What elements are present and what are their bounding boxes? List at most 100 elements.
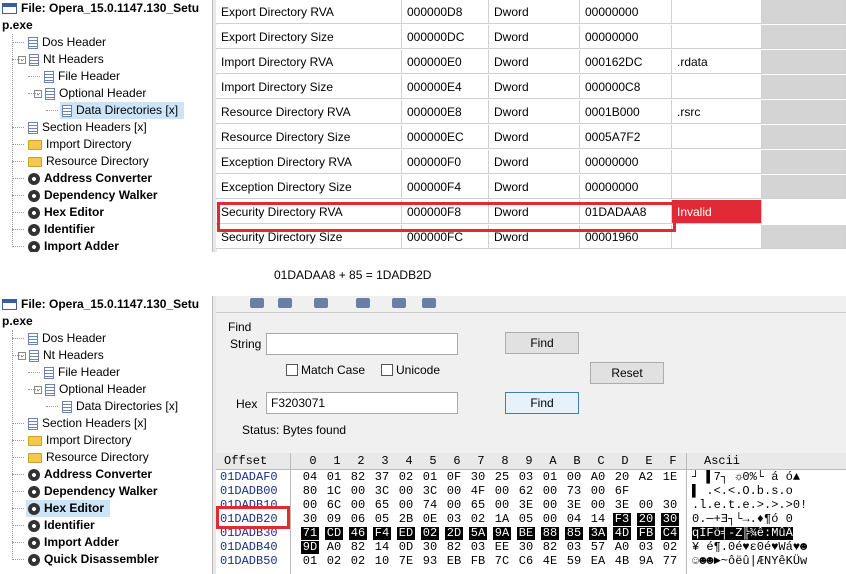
hex-byte[interactable]: 03 bbox=[637, 541, 655, 554]
hex-byte[interactable]: FB bbox=[637, 527, 655, 540]
table-row[interactable]: Exception Directory RVA 000000F0 Dword 0000… bbox=[216, 150, 846, 175]
hex-byte[interactable]: 14 bbox=[373, 541, 391, 554]
cell-member[interactable]: Import Directory RVA bbox=[216, 50, 402, 74]
tree-item[interactable]: Import Adder bbox=[26, 534, 125, 551]
hex-byte[interactable]: 01 bbox=[301, 555, 319, 568]
hex-byte[interactable]: 3C bbox=[421, 485, 439, 498]
hex-row[interactable]: 01DADB40 9D A0 82 14 0D 30 82 03 EE 30 82 03 57 A0 03 02… bbox=[216, 541, 846, 554]
hex-row[interactable]: 01DADB50 01 02 02 10 7E 93 EB FB 7C C6 4E 59 EA 4B 9A 77… bbox=[216, 555, 846, 568]
string-input[interactable] bbox=[266, 333, 458, 355]
hex-byte[interactable]: 02 bbox=[349, 555, 367, 568]
ascii-text[interactable]: .l.e.t.e.>.>.>0! bbox=[692, 499, 807, 512]
hex-byte[interactable]: 00 bbox=[445, 499, 463, 512]
hex-byte[interactable]: 00 bbox=[565, 471, 583, 484]
hex-byte[interactable]: 00 bbox=[493, 499, 511, 512]
hex-byte[interactable]: EB bbox=[445, 555, 463, 568]
hex-byte[interactable]: BE bbox=[517, 527, 535, 540]
tree-item[interactable]: Hex Editor bbox=[26, 204, 110, 221]
hex-byte[interactable]: 00 bbox=[445, 485, 463, 498]
hex-byte[interactable]: 00 bbox=[589, 485, 607, 498]
hex-byte[interactable]: 82 bbox=[349, 471, 367, 484]
table-row[interactable]: Resource Directory Size 000000EC Dword 0005… bbox=[216, 125, 846, 150]
hex-byte[interactable]: 1A bbox=[493, 513, 511, 526]
hex-byte[interactable]: 9A bbox=[493, 527, 511, 540]
hex-byte[interactable]: 06 bbox=[349, 513, 367, 526]
tree-item[interactable]: p.exe bbox=[0, 17, 39, 34]
cell-size[interactable]: Dword bbox=[489, 25, 580, 49]
cell-value[interactable]: 000000C8 bbox=[580, 75, 672, 99]
cell-section[interactable] bbox=[672, 225, 762, 249]
cell-value[interactable]: 0001B000 bbox=[580, 100, 672, 124]
hex-byte[interactable]: 00 bbox=[541, 485, 559, 498]
hex-byte[interactable]: 01 bbox=[325, 471, 343, 484]
hex-byte[interactable]: 0E bbox=[421, 513, 439, 526]
hex-byte[interactable]: 30 bbox=[661, 499, 679, 512]
table-row[interactable]: Export Directory Size 000000DC Dword 000000… bbox=[216, 25, 846, 50]
hex-byte[interactable]: 00 bbox=[397, 485, 415, 498]
hex-byte[interactable]: 85 bbox=[565, 527, 583, 540]
hex-row[interactable]: 01DADB30 71 CD 46 F4 ED 02 2D 5A 9A BE 88 85 3A 4D FB C4… bbox=[216, 527, 846, 540]
tree-item[interactable]: Quick Disassembler bbox=[26, 551, 165, 568]
cell-value[interactable]: 000162DC bbox=[580, 50, 672, 74]
cell-offset[interactable]: 000000E4 bbox=[402, 75, 489, 99]
cell-member[interactable]: Exception Directory Size bbox=[216, 175, 402, 199]
hex-byte[interactable]: 6F bbox=[613, 485, 631, 498]
tree-item[interactable]: Section Headers [x] bbox=[26, 119, 153, 136]
cell-size[interactable]: Dword bbox=[489, 0, 580, 24]
hex-byte[interactable]: 04 bbox=[565, 513, 583, 526]
save-icon[interactable] bbox=[250, 298, 264, 308]
hex-byte[interactable]: 4E bbox=[541, 555, 559, 568]
tree-item[interactable]: File: Opera_15.0.1147.130_Setu bbox=[0, 0, 205, 17]
hex-row[interactable]: 01DADB20 30 09 06 05 2B 0E 03 02 1A 05 00 04 14 F3 20 30… bbox=[216, 513, 846, 526]
hex-byte[interactable]: 00 bbox=[397, 499, 415, 512]
tree-item[interactable]: Data Directories [x] bbox=[60, 398, 184, 415]
hex-byte[interactable]: 62 bbox=[517, 485, 535, 498]
hex-byte[interactable]: 9A bbox=[637, 555, 655, 568]
hex-byte[interactable]: 82 bbox=[541, 541, 559, 554]
hex-byte[interactable]: 00 bbox=[349, 499, 367, 512]
hex-byte[interactable]: 0D bbox=[397, 541, 415, 554]
hex-byte[interactable]: 3E bbox=[517, 499, 535, 512]
tree-item[interactable]: Dependency Walker bbox=[26, 483, 164, 500]
goto-icon[interactable] bbox=[422, 298, 436, 308]
cell-value[interactable]: 0005A7F2 bbox=[580, 125, 672, 149]
hex-byte[interactable]: 7E bbox=[397, 555, 415, 568]
hex-byte[interactable]: 65 bbox=[373, 499, 391, 512]
cell-value[interactable]: 00000000 bbox=[580, 150, 672, 174]
tree-item[interactable]: Resource Directory bbox=[26, 449, 155, 466]
hex-byte[interactable]: 77 bbox=[661, 555, 679, 568]
cell-member[interactable]: Resource Directory RVA bbox=[216, 100, 402, 124]
tree-item[interactable]: Resource Directory bbox=[26, 153, 155, 170]
hex-byte[interactable]: 82 bbox=[445, 541, 463, 554]
cell-size[interactable]: Dword bbox=[489, 75, 580, 99]
cell-offset[interactable]: 000000F0 bbox=[402, 150, 489, 174]
tree-item[interactable]: Import Directory bbox=[26, 136, 137, 153]
hex-byte[interactable]: 3E bbox=[613, 499, 631, 512]
hex-byte[interactable]: 3C bbox=[373, 485, 391, 498]
cell-section[interactable]: Invalid bbox=[672, 200, 762, 224]
hex-byte[interactable]: 37 bbox=[373, 471, 391, 484]
copy-icon[interactable] bbox=[314, 298, 328, 308]
tree-item[interactable]: File Header bbox=[42, 68, 126, 85]
hex-byte[interactable]: 03 bbox=[469, 541, 487, 554]
hex-byte[interactable]: 02 bbox=[661, 541, 679, 554]
tree-item[interactable]: Address Converter bbox=[26, 170, 158, 187]
hex-byte[interactable]: 30 bbox=[301, 513, 319, 526]
hex-byte[interactable]: 71 bbox=[301, 527, 319, 540]
hex-byte[interactable]: A0 bbox=[325, 541, 343, 554]
cell-section[interactable] bbox=[672, 25, 762, 49]
undo-icon[interactable] bbox=[356, 298, 370, 308]
tree-item[interactable]: Address Converter bbox=[26, 466, 158, 483]
cell-offset[interactable]: 000000D8 bbox=[402, 0, 489, 24]
hex-byte[interactable]: C4 bbox=[661, 527, 679, 540]
tree-item[interactable]: Hex Editor bbox=[26, 500, 111, 517]
find-string-button[interactable]: Find bbox=[505, 332, 579, 354]
cell-offset[interactable]: 000000F4 bbox=[402, 175, 489, 199]
cell-section[interactable] bbox=[672, 175, 762, 199]
hex-byte[interactable]: 73 bbox=[565, 485, 583, 498]
tree-item[interactable]: Data Directories [x] bbox=[60, 102, 185, 119]
hex-row[interactable]: 01DADB00 80 1C 00 3C 00 3C 00 4F 00 62 00 73 00 6F ▌ .<… bbox=[216, 485, 846, 498]
hex-byte[interactable]: 02 bbox=[421, 527, 439, 540]
cell-section[interactable]: .rdata bbox=[672, 50, 762, 74]
table-row[interactable]: Import Directory RVA 000000E0 Dword 000162D… bbox=[216, 50, 846, 75]
